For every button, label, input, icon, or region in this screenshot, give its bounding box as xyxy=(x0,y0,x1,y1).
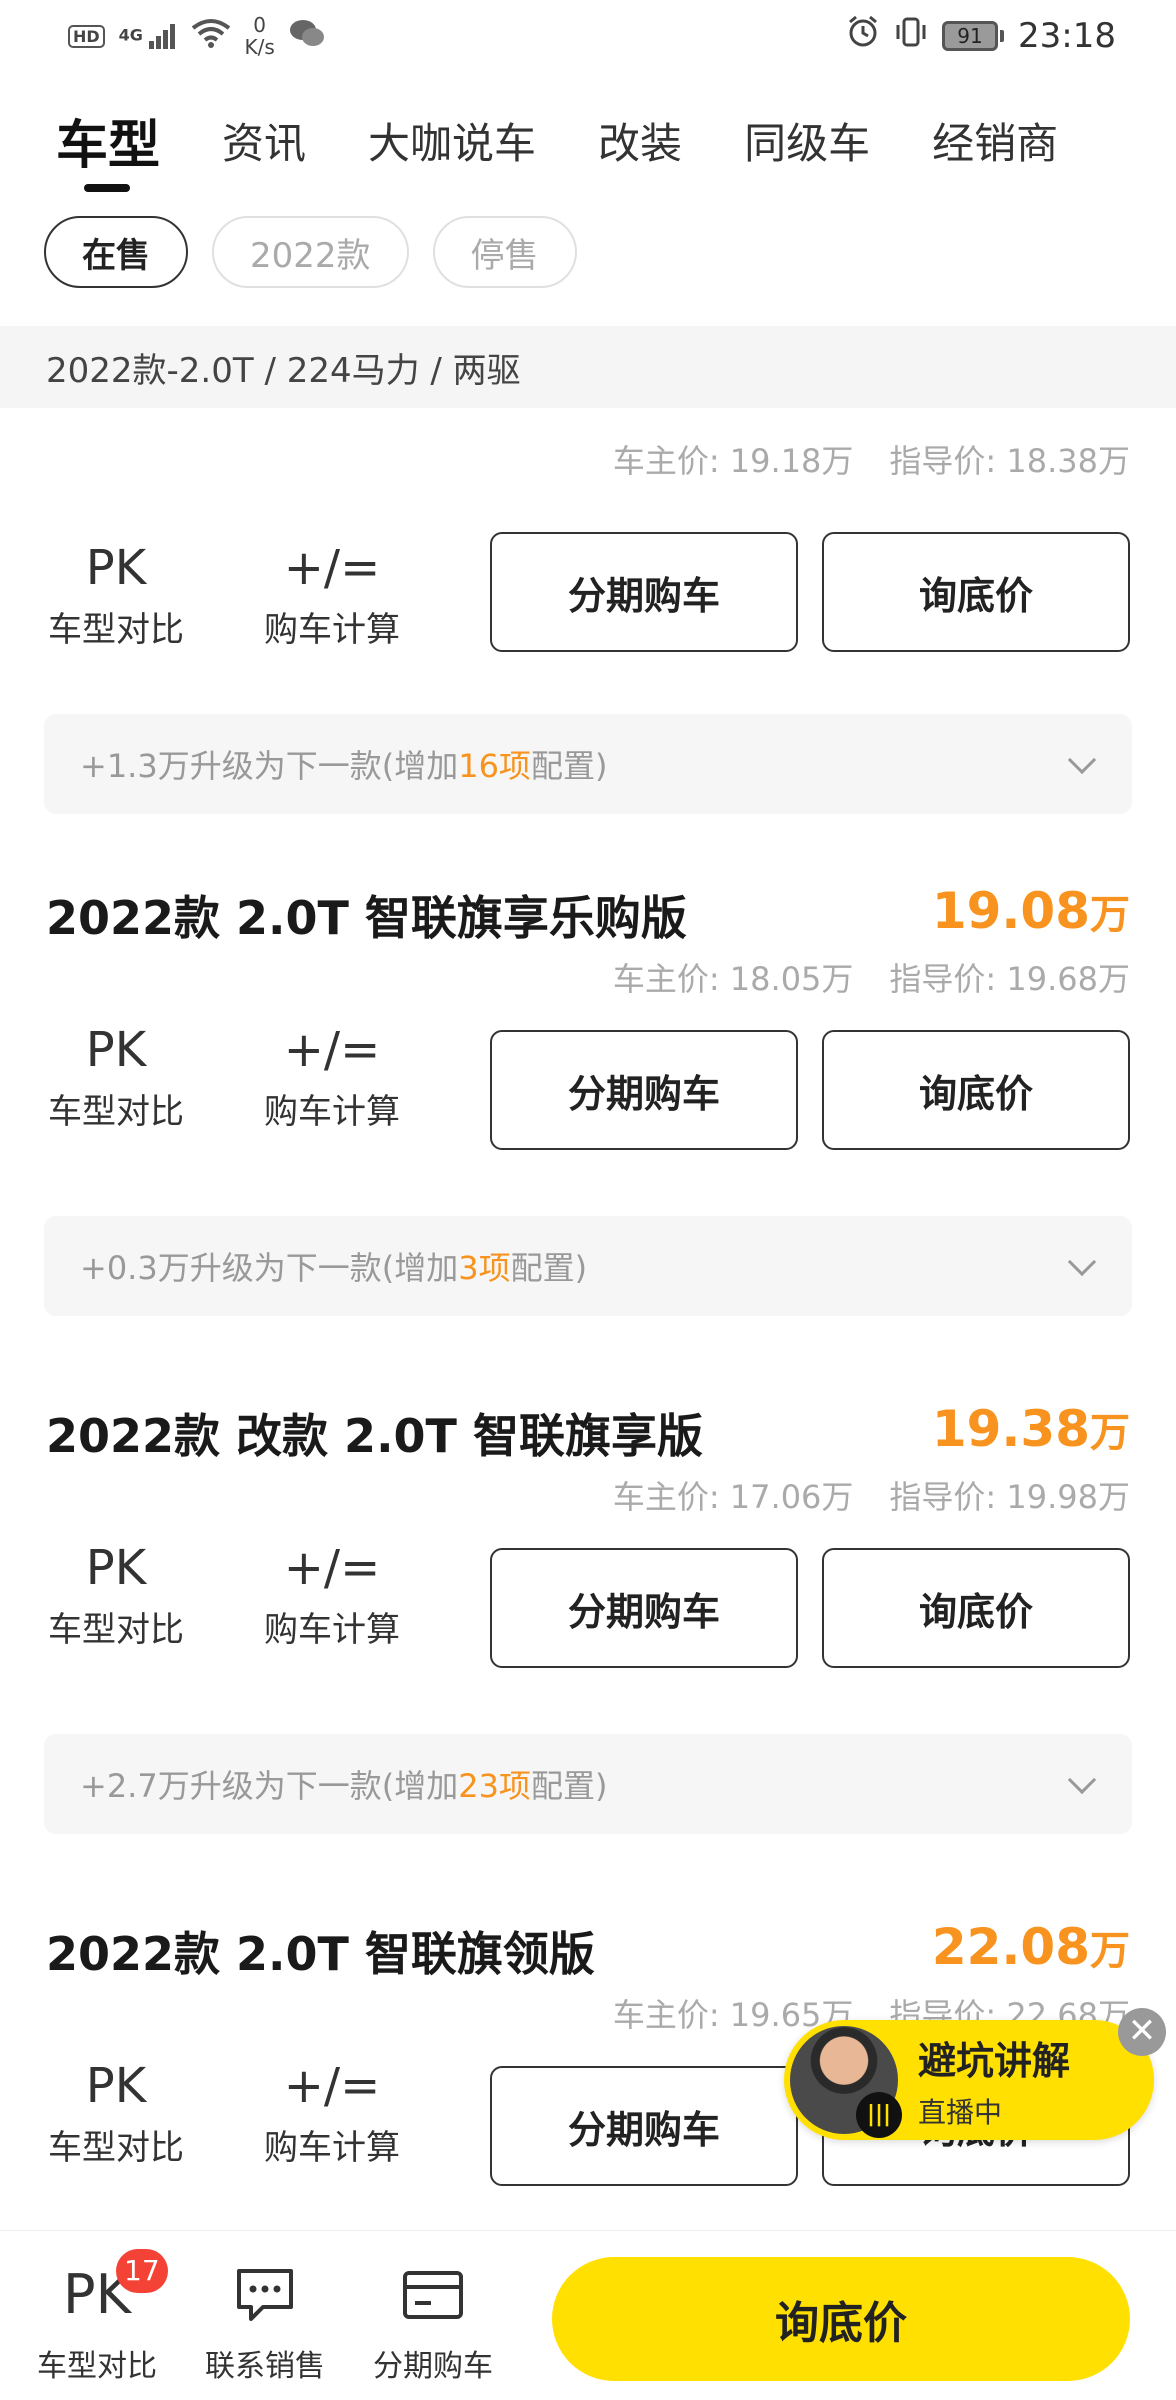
compare-label: 车型对比 xyxy=(37,2349,157,2384)
compare-label: 车型对比 xyxy=(48,1092,184,1132)
network-type: 4G xyxy=(118,25,143,45)
engine-group-header: 2022款-2.0T / 224马力 / 两驱 xyxy=(0,326,1176,408)
price-row: 车主价: 19.18万 指导价: 18.38万 xyxy=(613,436,1130,482)
upgrade-count: 16项 xyxy=(458,747,531,785)
vibrate-icon xyxy=(894,15,928,58)
price-row: 车主价: 17.06万 指导价: 19.98万 xyxy=(613,1472,1130,1518)
compare-tool[interactable]: PK 车型对比 xyxy=(36,536,196,651)
compare-label: 车型对比 xyxy=(48,610,184,650)
chat-icon xyxy=(180,2263,350,2327)
price-row: 车主价: 18.05万 指导价: 19.68万 xyxy=(613,954,1130,1000)
compare-cart-button[interactable]: PK 17 车型对比 xyxy=(12,2249,182,2385)
upgrade-count: 3项 xyxy=(458,1249,511,1287)
guide-price: 指导价: 19.98万 xyxy=(889,1478,1130,1516)
pk-icon: PK xyxy=(85,540,147,596)
chevron-down-icon xyxy=(1067,1765,1097,1795)
pk-icon: PK xyxy=(85,2058,147,2114)
alarm-icon xyxy=(846,15,880,58)
ask-price-button[interactable]: 询底价 xyxy=(822,1548,1130,1668)
calculator-label: 购车计算 xyxy=(264,1610,400,1650)
tab-similar-cars[interactable]: 同级车 xyxy=(744,100,870,180)
live-status: 直播中 xyxy=(918,2095,1003,2129)
calculator-icon: +∕= xyxy=(283,540,381,596)
upgrade-banner[interactable]: +0.3万升级为下一款(增加 3项 配置) xyxy=(44,1216,1132,1316)
trim-price: 22.08万 xyxy=(931,1918,1130,1976)
installment-tab-button[interactable]: 分期购车 xyxy=(348,2263,518,2385)
live-stream-bubble[interactable]: ||| 避坑讲解 直播中 xyxy=(784,2020,1154,2140)
compare-tool[interactable]: PK 车型对比 xyxy=(36,1018,196,1133)
ask-price-button[interactable]: 询底价 xyxy=(822,1030,1130,1150)
trim-title[interactable]: 2022款 2.0T 智联旗享乐购版 xyxy=(46,882,687,948)
live-audio-icon: ||| xyxy=(856,2092,902,2138)
installment-button[interactable]: 分期购车 xyxy=(490,1030,798,1150)
sale-status-filters: 在售 2022款 停售 xyxy=(44,216,577,288)
tab-news[interactable]: 资讯 xyxy=(222,100,306,180)
card-icon xyxy=(348,2263,518,2327)
trim-price: 19.38万 xyxy=(931,1400,1130,1458)
calculator-icon: +∕= xyxy=(283,2058,381,2114)
tab-modification[interactable]: 改装 xyxy=(598,100,682,180)
ask-lowest-price-button[interactable]: 询底价 xyxy=(552,2257,1130,2381)
guide-price: 指导价: 18.38万 xyxy=(889,442,1130,480)
installment-label: 分期购车 xyxy=(373,2349,493,2384)
tab-models[interactable]: 车型 xyxy=(56,100,160,192)
owner-price: 车主价: 19.18万 xyxy=(612,442,854,480)
installment-button[interactable]: 分期购车 xyxy=(490,2066,798,2186)
compare-tool[interactable]: PK 车型对比 xyxy=(36,2054,196,2169)
calculator-tool[interactable]: +∕= 购车计算 xyxy=(252,536,412,651)
filter-2022[interactable]: 2022款 xyxy=(212,216,409,288)
close-icon[interactable]: ✕ xyxy=(1118,2008,1166,2056)
battery-icon: 91 xyxy=(942,21,1005,51)
pk-icon: PK xyxy=(85,1022,147,1078)
compare-label: 车型对比 xyxy=(48,2128,184,2168)
compare-label: 车型对比 xyxy=(48,1610,184,1650)
tab-expert-talk[interactable]: 大咖说车 xyxy=(368,100,536,180)
tab-dealers[interactable]: 经销商 xyxy=(932,100,1058,180)
guide-price: 指导价: 19.68万 xyxy=(889,960,1130,998)
pk-icon: PK 17 xyxy=(12,2249,182,2327)
upgrade-banner[interactable]: +1.3万升级为下一款(增加 16项 配置) xyxy=(44,714,1132,814)
owner-price: 车主价: 18.05万 xyxy=(612,960,854,998)
calculator-icon: +∕= xyxy=(283,1022,381,1078)
contact-label: 联系销售 xyxy=(205,2349,325,2384)
upgrade-banner[interactable]: +2.7万升级为下一款(增加 23项 配置) xyxy=(44,1734,1132,1834)
hd-indicator: HD xyxy=(68,24,105,48)
status-bar: HD 4G 0 K/s 91 23:18 xyxy=(0,0,1176,72)
chevron-down-icon xyxy=(1067,745,1097,775)
calculator-tool[interactable]: +∕= 购车计算 xyxy=(252,2054,412,2169)
calculator-label: 购车计算 xyxy=(264,1092,400,1132)
signal-icon: 4G xyxy=(119,23,177,49)
top-tabs: 车型 资讯 大咖说车 改装 同级车 经销商 xyxy=(56,100,1120,192)
host-avatar: ||| xyxy=(790,2026,902,2138)
upgrade-count: 23项 xyxy=(458,1767,531,1805)
chevron-down-icon xyxy=(1067,1247,1097,1277)
ask-price-button[interactable]: 询底价 xyxy=(822,532,1130,652)
calculator-tool[interactable]: +∕= 购车计算 xyxy=(252,1018,412,1133)
compare-tool[interactable]: PK 车型对比 xyxy=(36,1536,196,1651)
trim-price: 19.08万 xyxy=(931,882,1130,940)
live-title: 避坑讲解 xyxy=(918,2038,1071,2083)
calculator-label: 购车计算 xyxy=(264,2128,400,2168)
pk-icon: PK xyxy=(85,1540,147,1596)
bottom-action-bar: PK 17 车型对比 联系销售 分期购车 询底价 xyxy=(0,2230,1176,2400)
contact-sales-button[interactable]: 联系销售 xyxy=(180,2263,350,2385)
installment-button[interactable]: 分期购车 xyxy=(490,532,798,652)
compare-count-badge: 17 xyxy=(116,2249,168,2293)
calculator-label: 购车计算 xyxy=(264,610,400,650)
network-speed: 0 K/s xyxy=(244,13,275,59)
trim-title[interactable]: 2022款 改款 2.0T 智联旗享版 xyxy=(46,1400,703,1466)
wifi-icon xyxy=(191,18,231,54)
filter-on-sale[interactable]: 在售 xyxy=(44,216,188,288)
owner-price: 车主价: 17.06万 xyxy=(612,1478,854,1516)
trim-title[interactable]: 2022款 2.0T 智联旗领版 xyxy=(46,1918,595,1984)
calculator-tool[interactable]: +∕= 购车计算 xyxy=(252,1536,412,1651)
calculator-icon: +∕= xyxy=(283,1540,381,1596)
filter-discontinued[interactable]: 停售 xyxy=(432,216,577,288)
clock: 23:18 xyxy=(1018,16,1116,56)
wechat-icon xyxy=(289,18,325,54)
installment-button[interactable]: 分期购车 xyxy=(490,1548,798,1668)
